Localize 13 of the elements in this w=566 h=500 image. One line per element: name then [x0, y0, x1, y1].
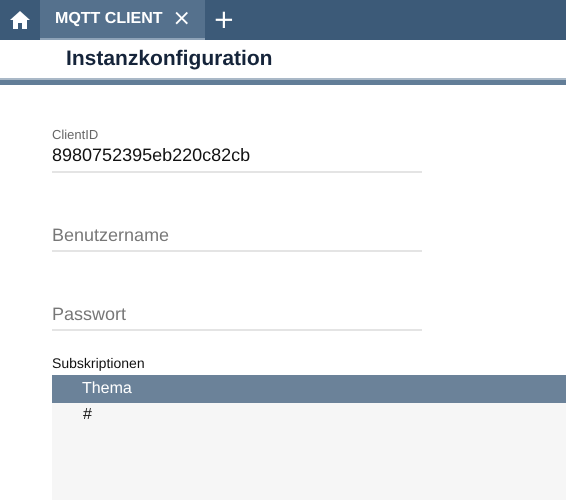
- section-title: Subskriptionen: [52, 355, 146, 371]
- add-tab-button[interactable]: +: [204, 0, 243, 40]
- input-field[interactable]: Passwort: [52, 284, 422, 331]
- column-header: Thema: [82, 380, 132, 398]
- table-cell: #: [83, 406, 92, 424]
- tab[interactable]: MQTT CLIENT ×: [40, 0, 205, 40]
- tab-label: MQTT CLIENT: [55, 10, 163, 28]
- input-field[interactable]: 8980752395eb220c82cb: [52, 143, 422, 173]
- field-label: ClientID: [52, 127, 100, 143]
- close-tab-button[interactable]: ×: [172, 8, 191, 30]
- input-field[interactable]: Benutzername: [52, 205, 422, 252]
- page-title: Instanzkonfiguration: [66, 47, 272, 71]
- home-icon: [9, 9, 31, 31]
